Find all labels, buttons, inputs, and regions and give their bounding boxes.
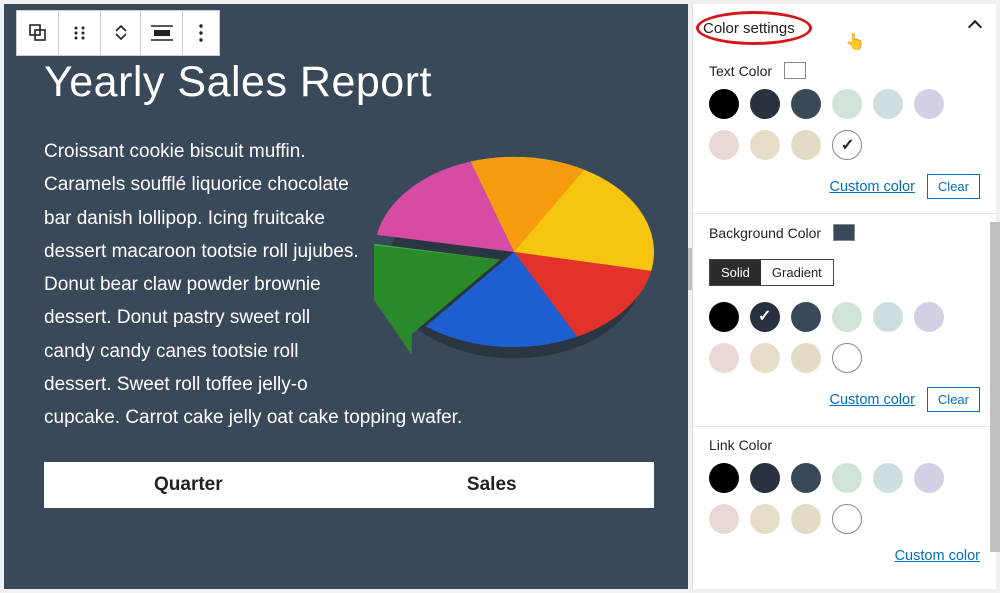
panel-title: Color settings xyxy=(703,20,795,37)
color-swatch-lavender[interactable] xyxy=(914,302,944,332)
chevron-down-icon xyxy=(115,33,127,41)
align-button[interactable] xyxy=(141,11,183,55)
pie-chart xyxy=(374,140,654,400)
color-swatch-mint[interactable] xyxy=(832,463,862,493)
color-swatch-dark-navy[interactable] xyxy=(750,302,780,332)
clear-button[interactable]: Clear xyxy=(927,174,980,199)
chevron-up-icon xyxy=(115,25,127,33)
settings-sidebar: Color settings 👆 Text Color Custom color… xyxy=(692,4,996,589)
color-swatch-beige[interactable] xyxy=(791,504,821,534)
more-options-button[interactable] xyxy=(183,11,219,55)
panel-header-color-settings[interactable]: Color settings 👆 xyxy=(693,4,996,52)
bg-color-preview xyxy=(833,224,855,241)
color-swatch-pale-blue[interactable] xyxy=(873,89,903,119)
sales-table[interactable]: Quarter Sales xyxy=(44,462,654,508)
editor-canvas: Yearly Sales Report Croissant coo xyxy=(4,4,688,589)
color-swatch-mint[interactable] xyxy=(832,302,862,332)
block-content: Yearly Sales Report Croissant coo xyxy=(44,58,654,508)
chevron-up-icon xyxy=(970,19,980,37)
color-swatch-slate[interactable] xyxy=(791,302,821,332)
color-swatch-black[interactable] xyxy=(709,463,739,493)
custom-color-link[interactable]: Custom color xyxy=(895,548,980,564)
color-swatch-dark-navy[interactable] xyxy=(750,89,780,119)
color-swatch-white[interactable] xyxy=(832,343,862,373)
color-swatch-slate[interactable] xyxy=(791,89,821,119)
link-color-label: Link Color xyxy=(709,437,772,453)
bg-color-label: Background Color xyxy=(709,225,821,241)
custom-color-link[interactable]: Custom color xyxy=(830,179,915,195)
color-swatch-dark-navy[interactable] xyxy=(750,463,780,493)
color-swatch-blush[interactable] xyxy=(709,343,739,373)
color-swatch-blush[interactable] xyxy=(709,130,739,160)
color-swatch-pale-blue[interactable] xyxy=(873,463,903,493)
color-swatch-lavender[interactable] xyxy=(914,89,944,119)
cursor-icon: 👆 xyxy=(845,32,865,52)
color-swatch-black[interactable] xyxy=(709,302,739,332)
block-type-button[interactable] xyxy=(17,11,59,55)
color-swatch-beige[interactable] xyxy=(791,130,821,160)
custom-color-link[interactable]: Custom color xyxy=(830,392,915,408)
color-swatch-mint[interactable] xyxy=(832,89,862,119)
dots-vertical-icon xyxy=(199,24,203,42)
block-toolbar xyxy=(16,10,220,56)
background-color-section: Background Color Solid Gradient Custom c… xyxy=(693,214,996,427)
color-swatch-slate[interactable] xyxy=(791,463,821,493)
move-updown[interactable] xyxy=(101,11,141,55)
drag-handle[interactable] xyxy=(59,11,101,55)
text-color-label: Text Color xyxy=(709,63,772,79)
color-swatch-cream[interactable] xyxy=(750,130,780,160)
color-swatch-beige[interactable] xyxy=(791,343,821,373)
link-color-section: Link Color Custom color xyxy=(693,427,996,578)
table-header: Sales xyxy=(427,462,654,508)
scrollbar-thumb[interactable] xyxy=(990,222,1000,552)
gradient-tab[interactable]: Gradient xyxy=(761,260,833,285)
color-swatch-cream[interactable] xyxy=(750,504,780,534)
color-swatch-cream[interactable] xyxy=(750,343,780,373)
color-swatch-blush[interactable] xyxy=(709,504,739,534)
color-swatch-white[interactable] xyxy=(832,130,862,160)
solid-tab[interactable]: Solid xyxy=(710,260,761,285)
color-swatch-white[interactable] xyxy=(832,504,862,534)
table-header: Quarter xyxy=(44,462,427,508)
text-color-section: Text Color Custom color Clear xyxy=(693,52,996,214)
text-color-preview xyxy=(784,62,806,79)
color-swatch-lavender[interactable] xyxy=(914,463,944,493)
color-swatch-black[interactable] xyxy=(709,89,739,119)
clear-button[interactable]: Clear xyxy=(927,387,980,412)
color-swatch-pale-blue[interactable] xyxy=(873,302,903,332)
page-title[interactable]: Yearly Sales Report xyxy=(44,58,654,107)
fill-type-segment: Solid Gradient xyxy=(709,259,834,286)
